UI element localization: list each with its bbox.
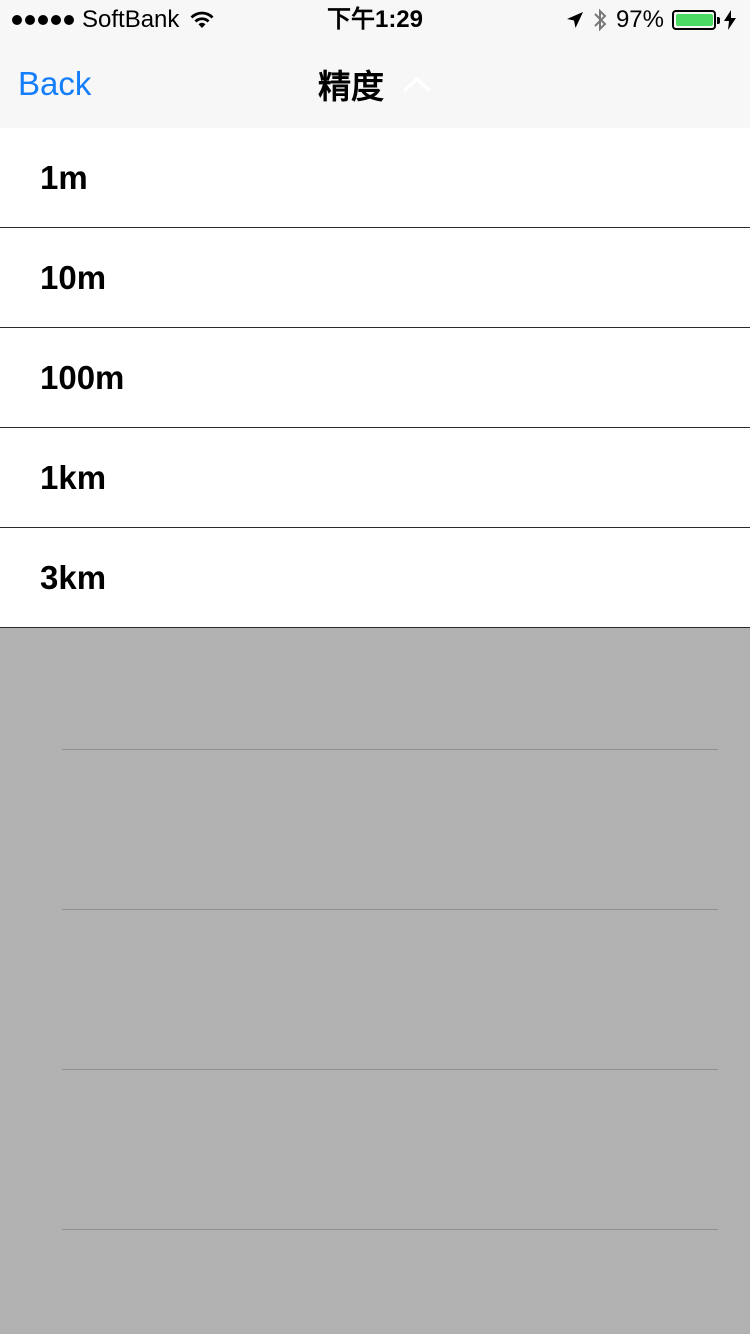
battery-percent: 97% xyxy=(615,6,664,33)
carrier-name: SoftBank xyxy=(82,6,180,33)
list-item-label: 1km xyxy=(40,458,107,496)
separator-line xyxy=(62,1229,718,1230)
separator-line xyxy=(62,749,718,750)
bluetooth-icon xyxy=(594,8,607,32)
list-item-label: 1m xyxy=(40,158,88,196)
page-title: 精度 xyxy=(318,68,384,105)
list-item-1m[interactable]: 1m xyxy=(0,128,750,228)
list-item-label: 3km xyxy=(40,558,107,596)
list-item-1km[interactable]: 1km xyxy=(0,428,750,528)
wifi-icon xyxy=(190,11,214,28)
precision-list: 1m 10m 100m 1km 3km xyxy=(0,128,750,628)
navigation-bar: Back 精度 xyxy=(0,40,750,128)
nav-title-group[interactable]: 精度 xyxy=(0,40,750,128)
location-arrow-icon xyxy=(566,12,583,28)
charging-bolt-icon xyxy=(724,10,736,30)
separator-line xyxy=(62,909,718,910)
battery-fill xyxy=(676,14,713,26)
status-left: SoftBank xyxy=(12,0,215,40)
signal-dots-icon xyxy=(12,15,74,25)
list-item-label: 10m xyxy=(40,258,107,296)
list-item-100m[interactable]: 100m xyxy=(0,328,750,428)
status-bar: SoftBank 下午1:29 97% xyxy=(0,0,750,40)
list-item-label: 100m xyxy=(40,358,125,396)
status-right: 97% xyxy=(566,0,736,40)
battery-icon xyxy=(672,10,720,30)
dimmed-overlay[interactable] xyxy=(0,628,750,1334)
list-item-3km[interactable]: 3km xyxy=(0,528,750,628)
separator-line xyxy=(62,1069,718,1070)
chevron-up-icon[interactable] xyxy=(402,75,432,93)
list-item-10m[interactable]: 10m xyxy=(0,228,750,328)
